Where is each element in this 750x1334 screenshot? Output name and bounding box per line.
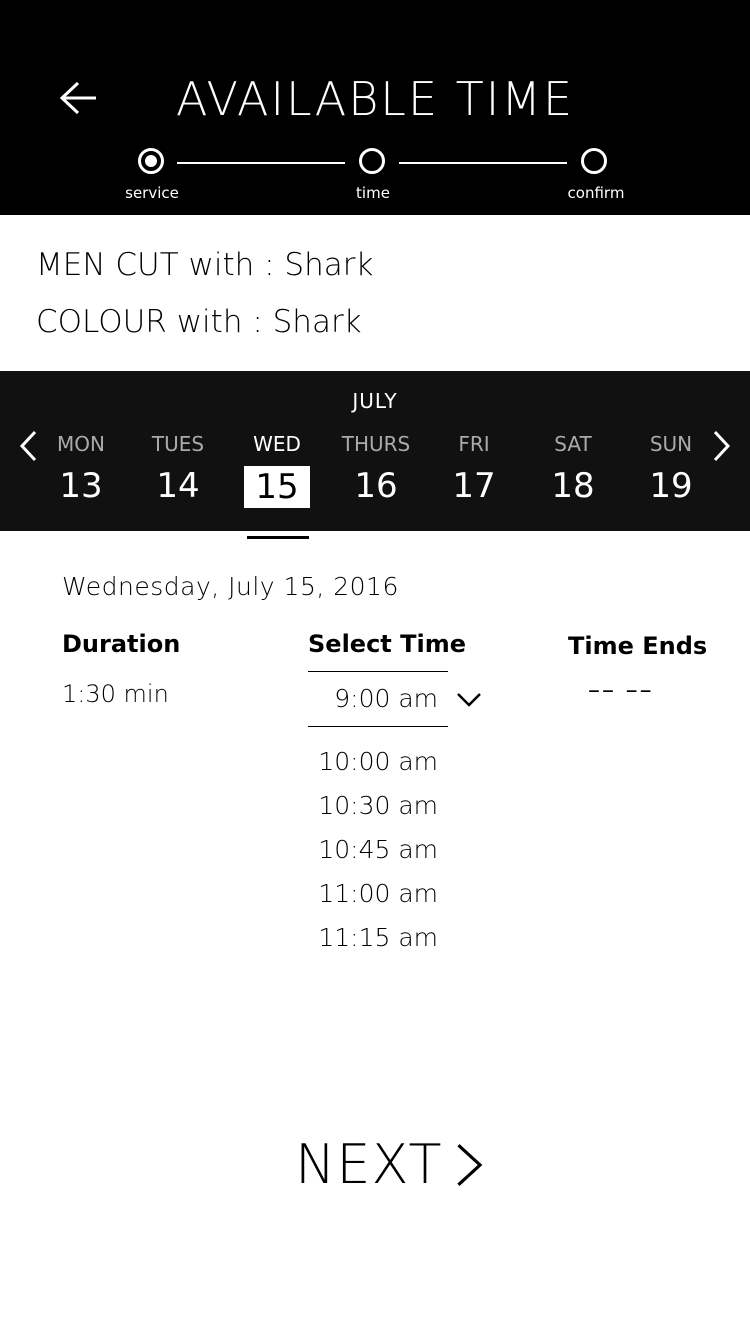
selected-time-value: 9:00 am xyxy=(334,684,438,713)
day-sat[interactable]: SAT 18 xyxy=(528,429,618,507)
month-label: JULY xyxy=(352,389,398,413)
day-sun[interactable]: SUN 19 xyxy=(626,429,716,507)
day-number: 14 xyxy=(156,466,200,506)
day-thurs[interactable]: THURS 16 xyxy=(331,429,421,507)
time-option[interactable]: 10:00 am xyxy=(308,740,458,784)
day-fri[interactable]: FRI 17 xyxy=(429,429,519,507)
service-item: COLOUR with : Shark xyxy=(36,304,362,340)
day-number: 19 xyxy=(649,466,693,506)
duration-value: 1:30 min xyxy=(62,680,169,708)
chevron-down-icon xyxy=(457,693,481,707)
selected-date-label: Wednesday, July 15, 2016 xyxy=(62,572,399,601)
page-title: AVAILABLE TIME xyxy=(175,72,575,126)
day-name: SAT xyxy=(554,432,592,456)
time-options-list: 10:00 am 10:30 am 10:45 am 11:00 am 11:1… xyxy=(308,740,458,960)
day-name: SUN xyxy=(649,432,693,456)
day-number-selected: 15 xyxy=(244,466,310,508)
time-option[interactable]: 10:30 am xyxy=(308,784,458,828)
step-label-confirm: confirm xyxy=(567,184,625,202)
chevron-right-icon xyxy=(713,430,731,462)
service-item: MEN CUT with : Shark xyxy=(36,247,374,283)
progress-stepper: service time confirm xyxy=(0,146,750,206)
step-connector xyxy=(399,162,567,164)
next-button[interactable]: NEXT xyxy=(295,1135,485,1195)
next-week-button[interactable] xyxy=(706,429,736,463)
duration-heading: Duration xyxy=(62,630,181,658)
day-wed[interactable]: WED 15 xyxy=(232,429,322,508)
day-mon[interactable]: MON 13 xyxy=(36,429,126,507)
week-calendar: JULY MON 13 TUES 14 WED 15 THURS 16 FRI … xyxy=(0,371,750,531)
day-name: FRI xyxy=(458,432,490,456)
next-label: NEXT xyxy=(295,1133,443,1196)
time-ends-heading: Time Ends xyxy=(568,632,708,660)
time-option[interactable]: 11:15 am xyxy=(308,916,458,960)
day-number: 17 xyxy=(452,466,496,506)
day-name: WED xyxy=(253,432,301,456)
day-number: 16 xyxy=(354,466,398,506)
time-option[interactable]: 11:00 am xyxy=(308,872,458,916)
time-option[interactable]: 10:45 am xyxy=(308,828,458,872)
time-select[interactable]: 9:00 am xyxy=(308,671,448,727)
service-list: MEN CUT with : Shark COLOUR with : Shark xyxy=(36,240,373,354)
step-service-indicator xyxy=(138,148,164,174)
chevron-right-icon xyxy=(456,1144,482,1186)
day-name: MON xyxy=(57,432,105,456)
step-connector xyxy=(177,162,345,164)
step-label-time: time xyxy=(356,184,390,202)
time-ends-value: –– –– xyxy=(588,676,654,704)
step-time-indicator xyxy=(359,148,385,174)
select-time-heading: Select Time xyxy=(308,630,467,658)
selected-day-underline xyxy=(247,536,309,539)
day-name: TUES xyxy=(151,432,205,456)
step-confirm-indicator xyxy=(581,148,607,174)
day-number: 18 xyxy=(551,466,595,506)
day-tues[interactable]: TUES 14 xyxy=(133,429,223,507)
header-bar: AVAILABLE TIME service time confirm xyxy=(0,0,750,215)
step-label-service: service xyxy=(125,184,179,202)
day-name: THURS xyxy=(341,432,411,456)
day-number: 13 xyxy=(59,466,103,506)
time-dropdown-toggle[interactable] xyxy=(455,690,483,710)
